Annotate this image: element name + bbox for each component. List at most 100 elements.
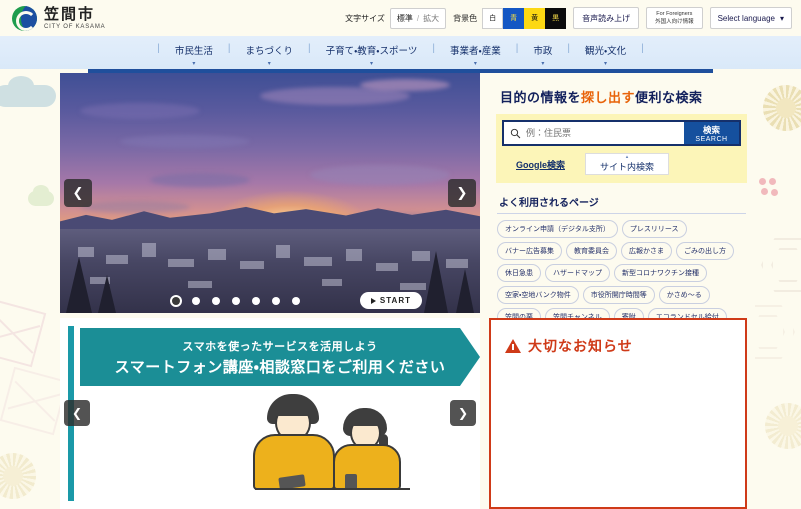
nav-item-5[interactable]: 観光・文化 ▾ — [572, 43, 639, 67]
site-header: 笠間市 CITY OF KASAMA 文字サイズ 標準 / 拡大 背景色 白 青… — [0, 0, 801, 36]
for-foreigners-button[interactable]: For Foreigners 外国人向け情報 — [646, 7, 703, 29]
carousel-dot-5[interactable] — [252, 297, 260, 305]
tab-site-search[interactable]: ▴ サイト内検索 — [585, 153, 670, 175]
chevron-down-icon: ▾ — [604, 61, 608, 67]
decoration-right — [755, 73, 801, 509]
chrysanthemum-decoration-icon — [0, 453, 36, 499]
chrysanthemum-decoration-icon — [763, 85, 801, 131]
search-field[interactable]: 検索 SEARCH — [502, 120, 741, 146]
search-title-highlight: 探し出す — [581, 90, 636, 105]
frequent-pages-title: よく利用されるページ — [499, 198, 599, 209]
frequent-page-tag[interactable]: バナー広告募集 — [497, 242, 562, 260]
nav-item-label: まちづくり — [245, 46, 293, 57]
smartphone-banner[interactable]: スマホを使ったサービスを活用しよう スマートフォン講座・相談窓口をご利用ください — [60, 318, 480, 509]
frequent-page-tag[interactable]: 空家・空地バンク物件 — [497, 286, 579, 304]
cloud-shape — [360, 79, 450, 91]
banner-illustration — [245, 390, 420, 500]
background-color-control: 背景色 白 青 黄 黒 — [453, 7, 567, 29]
nav-item-label: 事業者・産業 — [449, 46, 501, 57]
cloud-shape — [310, 165, 450, 185]
frequent-page-tag[interactable]: プレスリリース — [621, 220, 687, 238]
nav-separator: | — [227, 43, 231, 54]
search-tabs: Google検索 ▴ サイト内検索 — [502, 153, 741, 175]
frequent-page-tag[interactable]: ハザードマップ — [545, 264, 610, 282]
bush-decoration-icon — [28, 185, 54, 206]
frequent-pages-divider — [497, 213, 746, 214]
search-title-part1: 目的の情報を — [500, 90, 582, 105]
speech-readout-label: 音声読み上げ — [582, 13, 631, 23]
table-edge-line — [255, 488, 410, 490]
carousel-dot-7[interactable] — [292, 297, 300, 305]
banner-prev-button[interactable]: ❮ — [64, 400, 90, 426]
hexagon-pattern-icon — [761, 238, 801, 292]
text-size-separator: / — [416, 13, 420, 23]
select-language-label: Select language — [717, 13, 775, 23]
chevron-down-icon: ▾ — [541, 61, 545, 67]
frequent-page-tag[interactable]: 広報かさま — [621, 242, 672, 260]
carousel-dot-1[interactable] — [172, 297, 180, 305]
nav-separator: | — [641, 43, 644, 54]
frequent-page-tag[interactable]: 教育委員会 — [566, 242, 617, 260]
main-navigation-list: | 市民生活 ▾ | まちづくり ▾ | 子育て・教育・スポーツ ▾ | 事業者・産業 ▾ | 市政 ▾ | 観… — [0, 36, 801, 73]
nav-item-label: 市民生活 — [174, 46, 213, 57]
hexagon-pattern-icon — [755, 305, 795, 359]
tab-google-search[interactable]: Google検索 — [502, 153, 579, 175]
carousel-pagination[interactable] — [172, 297, 300, 305]
cloud-shape — [80, 103, 200, 119]
frequent-page-tag[interactable]: ごみの出し方 — [676, 242, 734, 260]
nav-item-0[interactable]: 市民生活 ▾ — [162, 43, 226, 67]
frequent-page-tag[interactable]: オンライン申請（デジタル支所） — [497, 220, 618, 238]
banner-line1: スマホを使ったサービスを活用しよう — [182, 340, 378, 353]
nav-item-3[interactable]: 事業者・産業 ▾ — [437, 43, 514, 67]
banner-next-button[interactable]: ❯ — [450, 400, 476, 426]
search-panel-title: 目的の情報を探し出す便利な検索 — [500, 87, 755, 106]
hemp-pattern-icon — [0, 366, 60, 436]
speech-readout-button[interactable]: 音声読み上げ — [573, 7, 640, 29]
carousel-prev-button[interactable]: ❮ — [64, 179, 92, 207]
frequent-page-tag[interactable]: 新型コロナワクチン接種 — [614, 264, 707, 282]
site-logo[interactable]: 笠間市 CITY OF KASAMA — [12, 5, 105, 31]
hero-carousel[interactable]: ❮ ❯ START — [60, 73, 480, 313]
carousel-dot-4[interactable] — [232, 297, 240, 305]
text-size-label: 文字サイズ — [345, 13, 385, 23]
play-icon — [370, 297, 376, 304]
chrysanthemum-decoration-icon — [765, 403, 801, 449]
nav-item-2[interactable]: 子育て・教育・スポーツ ▾ — [313, 43, 431, 67]
frequent-page-tag[interactable]: かさめ〜る — [658, 286, 710, 304]
cloud-shape — [120, 135, 250, 148]
search-box-wrapper: 検索 SEARCH Google検索 ▴ サイト内検索 — [496, 114, 747, 183]
search-submit-button[interactable]: 検索 SEARCH — [684, 122, 739, 144]
bg-swatch-white[interactable]: 白 — [482, 7, 504, 29]
important-notice-title: 大切なお知らせ — [528, 338, 633, 354]
header-tools: 文字サイズ 標準 / 拡大 背景色 白 青 黄 黒 音声読み上げ For For… — [345, 7, 792, 29]
text-size-standard-button[interactable]: 標準 — [397, 13, 413, 24]
search-title-part2: 便利な検索 — [635, 90, 703, 105]
select-language-dropdown[interactable]: Select language ▾ — [709, 7, 792, 29]
background-color-label: 背景色 — [453, 13, 478, 23]
carousel-start-button[interactable]: START — [359, 292, 422, 309]
nav-item-4[interactable]: 市政 ▾ — [520, 43, 565, 67]
cloud-shape — [80, 201, 190, 213]
plum-dots-decoration-icon — [759, 178, 781, 198]
logo-title-jp: 笠間市 — [44, 5, 96, 23]
search-icon — [504, 128, 526, 139]
text-size-large-button[interactable]: 拡大 — [423, 13, 439, 24]
text-size-control: 文字サイズ 標準 / 拡大 — [345, 7, 447, 29]
nav-item-1[interactable]: まちづくり ▾ — [232, 43, 306, 67]
cloud-decoration-icon — [0, 76, 56, 107]
bg-swatch-black[interactable]: 黒 — [545, 7, 567, 29]
frequent-page-tag[interactable]: 市役所開庁時間等 — [582, 286, 655, 304]
carousel-dot-2[interactable] — [192, 297, 200, 305]
nav-item-label: 観光・文化 — [584, 46, 627, 57]
bg-swatch-yellow[interactable]: 黄 — [524, 7, 546, 29]
carousel-next-button[interactable]: ❯ — [448, 179, 476, 207]
search-input[interactable] — [526, 128, 684, 138]
search-submit-label-jp: 検索 — [702, 124, 720, 135]
important-notice-header: 大切なお知らせ — [505, 336, 745, 356]
carousel-dot-3[interactable] — [212, 297, 220, 305]
frequent-pages-tag-list: オンライン申請（デジタル支所） プレスリリースバナー広告募集 教育委員会 広報かさまご… — [497, 220, 746, 326]
carousel-dot-6[interactable] — [272, 297, 280, 305]
frequent-page-tag[interactable]: 休日急患 — [497, 264, 541, 282]
bg-swatch-blue[interactable]: 青 — [503, 7, 525, 29]
nav-separator: | — [157, 43, 160, 54]
